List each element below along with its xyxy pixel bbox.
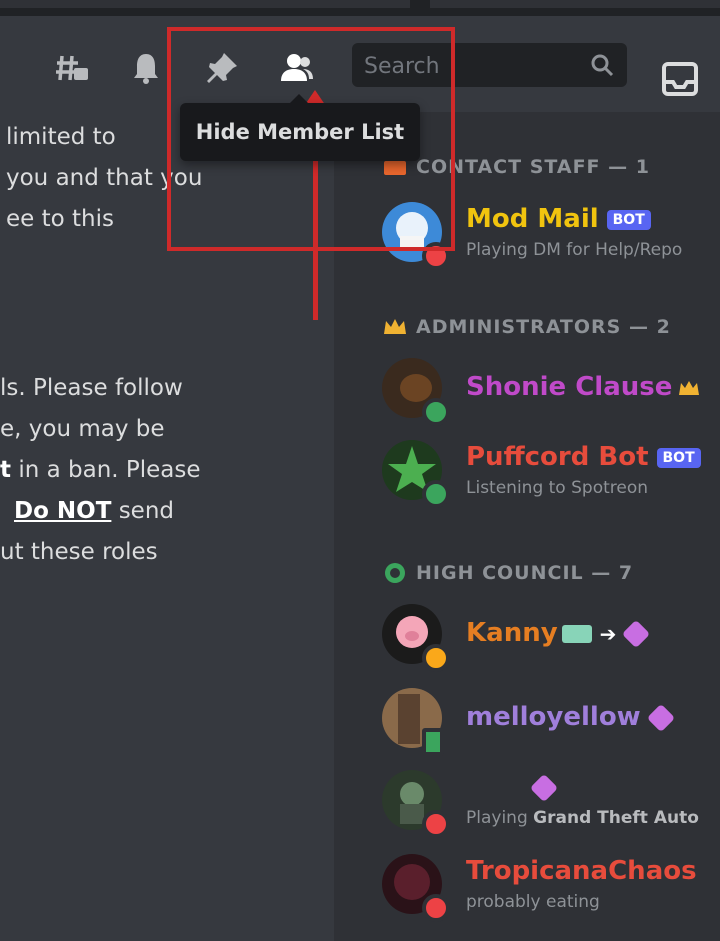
member-activity: Playing DM for Help/Repo bbox=[466, 240, 683, 260]
message-line: e, you may be bbox=[0, 416, 165, 442]
member-shonie-clause[interactable]: Shonie Clause bbox=[382, 358, 720, 426]
emphasis-text: Do NOT bbox=[14, 498, 112, 524]
inbox-icon[interactable] bbox=[660, 60, 700, 100]
pin-icon-graphic bbox=[207, 53, 237, 83]
member-name-text: Puffcord Bot bbox=[466, 442, 649, 472]
member-name-text: Shonie Clause bbox=[466, 372, 673, 402]
category-label: CONTACT STAFF — 1 bbox=[416, 156, 650, 178]
member-mod-mail[interactable]: Mod Mail BOT Playing DM for Help/Repo bbox=[382, 202, 720, 270]
message-line: Do NOT send bbox=[0, 491, 201, 532]
category-contact-staff: CONTACT STAFF — 1 bbox=[382, 156, 650, 178]
status-online-icon bbox=[422, 398, 450, 426]
member-activity: Listening to Spotreon bbox=[466, 478, 649, 498]
highlight-text: t bbox=[0, 457, 11, 483]
status-dnd-icon bbox=[422, 242, 450, 270]
top-strip-left bbox=[0, 0, 410, 8]
message-text-top: limited to you and that you ee to this bbox=[0, 117, 202, 240]
message-line-text: in a ban. Please bbox=[18, 457, 201, 483]
search-input[interactable] bbox=[362, 49, 586, 83]
server-booster-icon bbox=[646, 703, 675, 732]
crown-icon bbox=[679, 380, 700, 395]
message-line: ls. Please follow bbox=[0, 375, 183, 401]
member-melloyellow[interactable]: melloyellow bbox=[382, 688, 720, 756]
member-unnamed[interactable]: Playing Grand Theft Auto bbox=[382, 770, 720, 838]
crown-icon bbox=[382, 316, 408, 338]
message-text-rules: ls. Please follow e, you may be t in a b… bbox=[0, 368, 201, 573]
bell-icon-graphic bbox=[134, 54, 158, 84]
bot-tag: BOT bbox=[656, 447, 701, 468]
server-booster-icon bbox=[529, 773, 559, 802]
member-name: melloyellow bbox=[466, 702, 675, 732]
bell-icon[interactable] bbox=[124, 46, 168, 90]
message-line: ee to this bbox=[6, 206, 114, 232]
member-name: Puffcord Bot BOT bbox=[466, 442, 701, 472]
server-booster-icon bbox=[622, 619, 651, 648]
member-name-text: melloyellow bbox=[466, 702, 641, 732]
threads-icon-graphic bbox=[56, 55, 88, 81]
threads-icon[interactable] bbox=[50, 46, 94, 90]
message-area: limited to you and that you ee to this l… bbox=[0, 112, 334, 941]
category-label: ADMINISTRATORS — 2 bbox=[416, 316, 671, 338]
search-icon bbox=[591, 54, 614, 77]
window-top-strip bbox=[0, 0, 720, 16]
member-name bbox=[466, 772, 559, 802]
message-line: limited to bbox=[6, 124, 116, 150]
card-badge-icon bbox=[561, 624, 592, 643]
member-name: TropicanaChaos bbox=[466, 856, 697, 886]
activity-prefix: Playing bbox=[466, 808, 528, 828]
member-list-icon-graphic bbox=[281, 54, 313, 81]
category-administrators: ADMINISTRATORS — 2 bbox=[382, 316, 671, 338]
message-line: t in a ban. Please bbox=[0, 450, 201, 491]
status-online-icon bbox=[422, 480, 450, 508]
status-dnd-icon bbox=[422, 810, 450, 838]
message-line: ut these roles bbox=[0, 539, 158, 565]
category-high-council: HIGH COUNCIL — 7 bbox=[382, 562, 633, 584]
member-puffcord-bot[interactable]: Puffcord Bot BOT Listening to Spotreon bbox=[382, 440, 720, 508]
category-label: HIGH COUNCIL — 7 bbox=[416, 562, 634, 584]
bot-tag: BOT bbox=[606, 209, 651, 230]
channel-header bbox=[0, 16, 720, 112]
member-name: Kanny ➔ bbox=[466, 618, 651, 648]
status-idle-icon bbox=[422, 644, 450, 672]
member-tropicanachaos[interactable]: TropicanaChaos probably eating bbox=[382, 854, 720, 922]
pin-icon[interactable] bbox=[200, 46, 244, 90]
member-activity: Playing Grand Theft Auto bbox=[466, 808, 699, 828]
member-list: CONTACT STAFF — 1 Mod Mail BOT Playing DM… bbox=[334, 112, 720, 941]
message-line: you and that you bbox=[6, 165, 203, 191]
member-name-text: Kanny bbox=[466, 618, 558, 648]
member-name: Mod Mail BOT bbox=[466, 204, 651, 234]
member-kanny[interactable]: Kanny ➔ bbox=[382, 604, 720, 672]
member-name: Shonie Clause bbox=[466, 372, 700, 402]
status-dnd-icon bbox=[422, 894, 450, 922]
status-mobile-icon bbox=[422, 728, 444, 756]
message-line-text: send bbox=[118, 498, 175, 524]
top-strip-right bbox=[430, 0, 720, 8]
arrow-badge-icon: ➔ bbox=[599, 621, 617, 646]
member-name-text: Mod Mail bbox=[466, 204, 599, 234]
high-council-role-icon bbox=[382, 562, 408, 584]
member-activity: probably eating bbox=[466, 892, 600, 912]
tooltip: Hide Member List bbox=[180, 94, 420, 161]
member-list-icon[interactable] bbox=[275, 46, 319, 90]
tooltip-text: Hide Member List bbox=[195, 120, 405, 144]
search-box[interactable] bbox=[352, 43, 627, 87]
activity-game: Grand Theft Auto bbox=[533, 808, 699, 828]
